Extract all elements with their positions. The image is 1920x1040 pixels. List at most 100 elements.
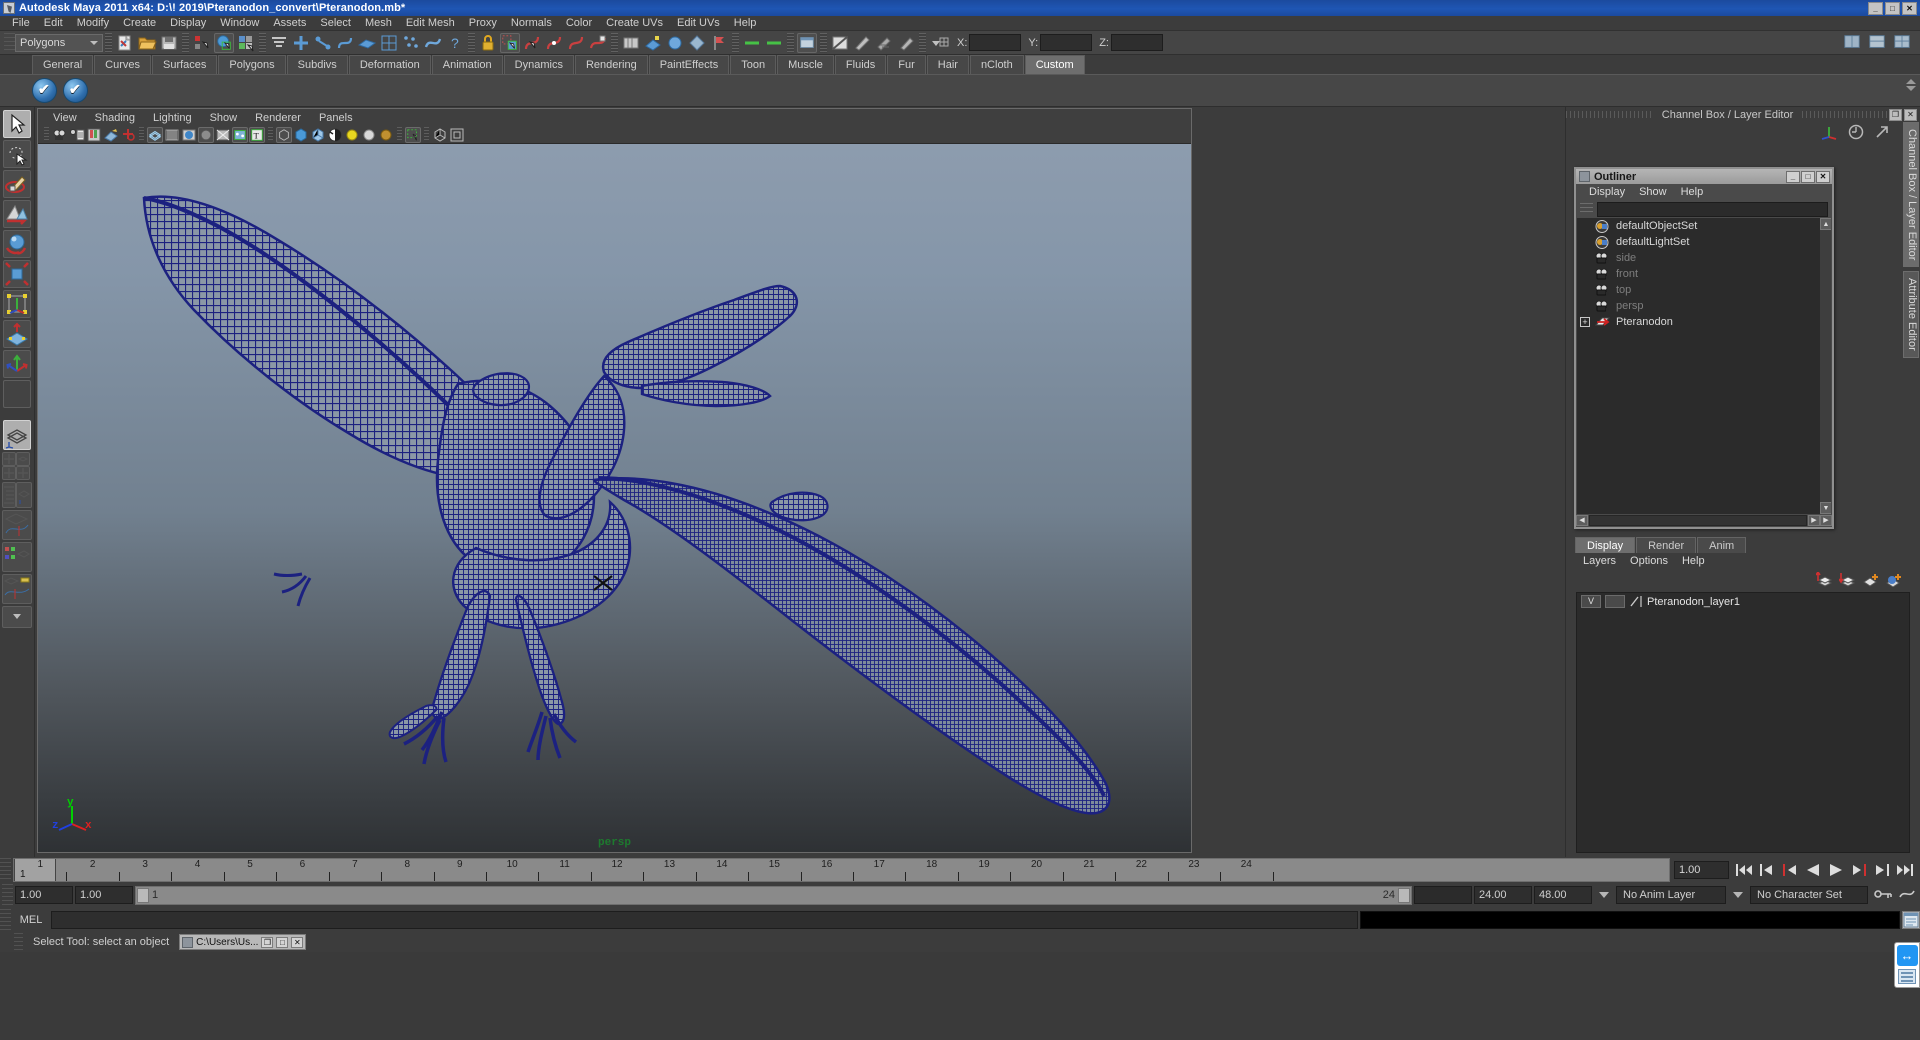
show-hide-attribute-editor-icon[interactable] xyxy=(797,32,817,53)
shelf-tab-bar[interactable]: General Curves Surfaces Polygons Subdivs Defo… xyxy=(0,55,1920,75)
bookmark-icon[interactable] xyxy=(86,127,102,143)
manipulator-icon[interactable] xyxy=(1821,124,1838,143)
outliner-search-row[interactable] xyxy=(1576,200,1832,218)
points-mask-icon[interactable] xyxy=(291,33,311,53)
layout-two-pane-a[interactable] xyxy=(2,466,16,480)
statusline-grip[interactable] xyxy=(4,32,15,53)
outliner-item-top[interactable]: top xyxy=(1577,282,1831,298)
toggle-sidebar-icon[interactable] xyxy=(896,33,916,53)
lasso-select-tool[interactable] xyxy=(3,140,31,168)
select-by-component-type-icon[interactable] xyxy=(236,33,256,53)
step-back-frame-button[interactable] xyxy=(1779,860,1801,880)
menu-display[interactable]: Display xyxy=(163,16,213,31)
snap-to-live-object-icon[interactable] xyxy=(588,33,608,53)
paint-select-tool[interactable] xyxy=(3,170,31,198)
shelf-tab-rendering[interactable]: Rendering xyxy=(574,55,648,74)
text-display-icon[interactable]: T xyxy=(249,126,265,143)
shelf-tab-animation[interactable]: Animation xyxy=(431,55,503,74)
shelf-tab-fluids[interactable]: Fluids xyxy=(834,55,887,74)
move-tool[interactable] xyxy=(3,200,31,228)
range-slider-grip[interactable] xyxy=(2,884,13,906)
resize-handle-icon[interactable]: ↔ xyxy=(1896,945,1918,966)
scroll-right-icon-2[interactable]: ▶ xyxy=(1820,515,1832,526)
input-connection-green-icon[interactable] xyxy=(742,33,762,53)
show-hide-tool-settings-icon[interactable] xyxy=(852,33,872,53)
shelf-content[interactable] xyxy=(0,75,1920,107)
dock-undock-button[interactable]: ❐ xyxy=(1889,108,1902,121)
playback-start-time-field[interactable]: 1.00 xyxy=(75,886,133,904)
select-by-hierarchy-icon[interactable] xyxy=(192,33,212,53)
scale-tool[interactable] xyxy=(3,260,31,288)
render-flag-icon[interactable] xyxy=(709,33,729,53)
menu-window[interactable]: Window xyxy=(213,16,266,31)
current-time-field[interactable]: 1.00 xyxy=(1674,861,1729,879)
occlusion-icon[interactable] xyxy=(327,127,343,143)
scroll-right-icon[interactable]: ▶ xyxy=(1808,515,1820,526)
anim-layer-selector[interactable]: No Anim Layer xyxy=(1616,886,1726,904)
outliner-item-persp[interactable]: persp xyxy=(1577,298,1831,314)
wireframe-shading-icon[interactable] xyxy=(147,126,163,143)
render-view-icon[interactable] xyxy=(643,33,663,53)
move-layer-down-icon[interactable] xyxy=(1838,572,1856,587)
command-input-field[interactable] xyxy=(51,910,1358,929)
animation-start-time-field[interactable]: 1.00 xyxy=(15,886,73,904)
open-scene-icon[interactable] xyxy=(137,33,157,53)
x-input-field[interactable] xyxy=(969,34,1022,51)
new-layer-icon[interactable] xyxy=(1862,572,1879,587)
taskbar-window-button[interactable]: C:\Users\Us... ❐ □ ✕ xyxy=(179,934,307,950)
auto-key-icon[interactable] xyxy=(1874,887,1892,904)
high-quality-render-icon[interactable] xyxy=(310,127,326,143)
soft-modification-tool[interactable] xyxy=(3,320,31,348)
dock-close-button[interactable]: ✕ xyxy=(1904,108,1917,121)
main-menu-bar[interactable]: File Edit Modify Create Display Window Assets S… xyxy=(0,16,1920,31)
viewport-menu-bar[interactable]: View Shading Lighting Show Renderer Panels xyxy=(38,109,1191,126)
step-forward-keyframe-button[interactable] xyxy=(1871,860,1893,880)
outliner-minimize-button[interactable]: _ xyxy=(1786,170,1800,183)
floating-helper-widget[interactable]: ↔ xyxy=(1894,942,1920,988)
shelf-tab-custom[interactable]: Custom xyxy=(1024,55,1085,74)
show-hide-layer-editor-icon[interactable] xyxy=(874,33,894,53)
shelf-tab-deformation[interactable]: Deformation xyxy=(348,55,431,74)
dock-window-controls[interactable]: ❐ ✕ xyxy=(1889,108,1920,121)
layer-editor-tab-render[interactable]: Render xyxy=(1636,537,1697,553)
film-gate-icon[interactable] xyxy=(449,127,465,143)
layer-editor-tab-anim[interactable]: Anim xyxy=(1697,537,1747,553)
layout-two-pane-b[interactable] xyxy=(16,466,30,480)
show-hide-channel-box-icon[interactable] xyxy=(830,33,850,53)
tool-box[interactable] xyxy=(0,107,35,857)
camera-attributes-icon[interactable] xyxy=(69,127,85,143)
playback-end-time-field[interactable]: 24.00 xyxy=(1474,886,1532,904)
outliner-menu-display[interactable]: Display xyxy=(1582,186,1632,198)
layout-persp-outliner[interactable] xyxy=(16,452,30,466)
shelf-tab-toon[interactable]: Toon xyxy=(730,55,777,74)
component-mask-icon[interactable] xyxy=(269,33,289,53)
hscroll-track[interactable] xyxy=(1589,515,1807,526)
y-input-field[interactable] xyxy=(1040,34,1093,51)
outliner-window-controls[interactable]: _ □ ✕ xyxy=(1786,170,1832,183)
sidebar-layout-icon-1[interactable] xyxy=(1843,33,1863,53)
viewport-toolbar-grip[interactable] xyxy=(44,127,49,142)
command-line-row[interactable]: MEL xyxy=(0,907,1920,932)
menu-help[interactable]: Help xyxy=(727,16,764,31)
blank-tool-slot[interactable] xyxy=(3,380,31,408)
shelf-tab-polygons[interactable]: Polygons xyxy=(218,55,286,74)
snap-to-curve-icon[interactable] xyxy=(522,33,542,53)
shelf-scroll-arrows[interactable] xyxy=(1906,79,1916,91)
viewport-menu-panels[interactable]: Panels xyxy=(310,112,362,124)
hardware-texturing-icon[interactable] xyxy=(198,126,214,143)
dock-tab-attribute-editor[interactable]: Attribute Editor xyxy=(1903,271,1919,359)
outliner-item-side[interactable]: side xyxy=(1577,250,1831,266)
outliner-search-input[interactable] xyxy=(1597,201,1828,217)
last-tool-used[interactable] xyxy=(3,350,31,378)
select-by-object-type-icon[interactable] xyxy=(214,32,234,53)
layer-editor-menu-bar[interactable]: Layers Options Help xyxy=(1568,553,1916,569)
snap-to-view-plane-icon[interactable] xyxy=(566,33,586,53)
scroll-down-icon[interactable]: ▼ xyxy=(1820,502,1831,514)
outliner-item-defaultObjectSet[interactable]: defaultObjectSet xyxy=(1577,218,1831,234)
expand-toggle-icon[interactable]: + xyxy=(1580,317,1590,327)
layer-editor-toolbar[interactable] xyxy=(1568,569,1916,589)
shelf-tab-painteffects[interactable]: PaintEffects xyxy=(648,55,730,74)
menu-create[interactable]: Create xyxy=(116,16,163,31)
shelf-tab-ncloth[interactable]: nCloth xyxy=(969,55,1024,74)
menu-set-selector[interactable]: Polygons xyxy=(15,33,103,52)
